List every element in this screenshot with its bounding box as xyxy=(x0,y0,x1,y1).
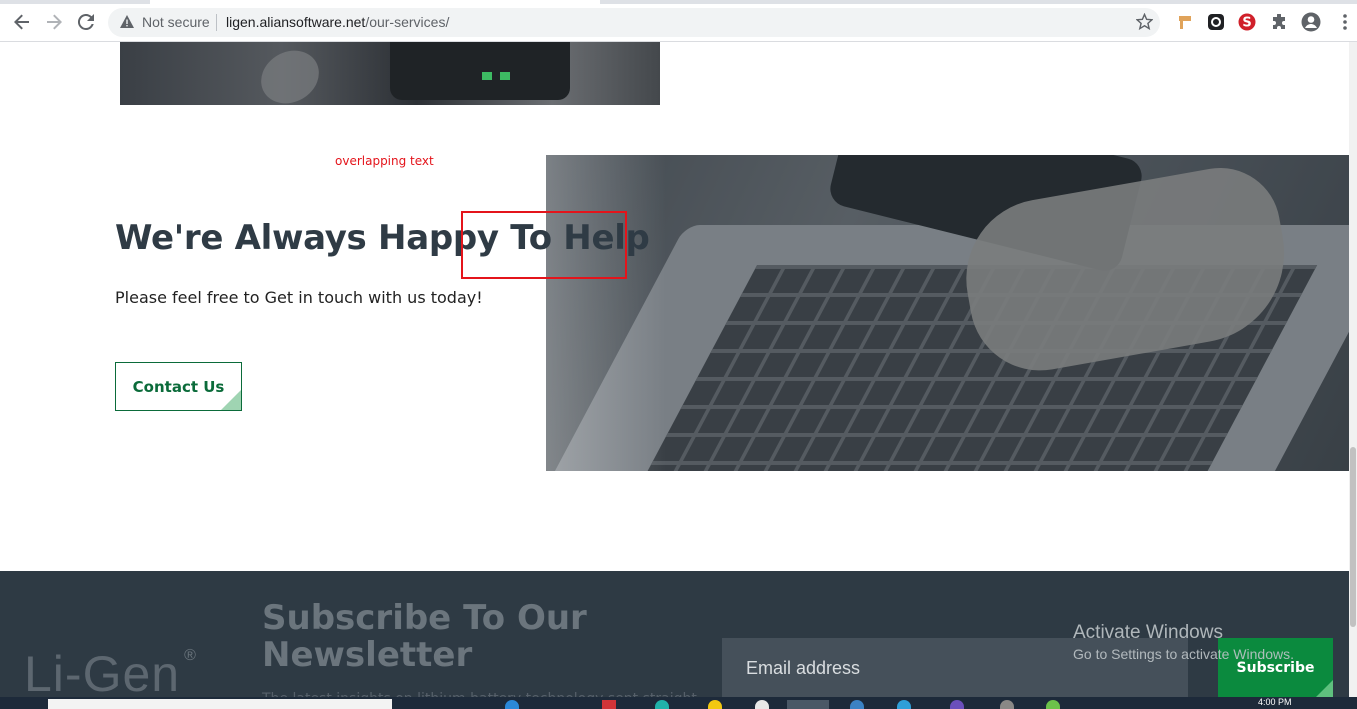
cta-image-laptop xyxy=(546,155,1349,471)
url-host: ligen.aliansoftware.net xyxy=(226,14,366,30)
url-text[interactable]: ligen.aliansoftware.net/our-services/ xyxy=(226,14,449,30)
taskbar-clock[interactable]: 4:00 PM xyxy=(1258,697,1292,707)
image-fade xyxy=(546,155,666,471)
taskbar-app-icon[interactable] xyxy=(755,700,769,709)
address-divider xyxy=(216,14,217,31)
active-tab[interactable] xyxy=(150,0,600,4)
taskbar-app-icon[interactable] xyxy=(602,700,616,709)
scrollbar-thumb[interactable] xyxy=(1350,447,1356,627)
taskbar-app-icon[interactable] xyxy=(655,700,669,709)
taskbar-search[interactable] xyxy=(48,699,392,709)
image-detail-meter xyxy=(390,42,570,100)
taskbar-app-icon[interactable] xyxy=(1046,700,1060,709)
extensions-puzzle-icon[interactable] xyxy=(1269,12,1289,32)
registered-mark: ® xyxy=(184,647,197,664)
service-image-multimeter xyxy=(120,42,660,105)
logo-text: Li-Gen xyxy=(24,646,181,702)
forward-icon[interactable] xyxy=(43,11,65,33)
profile-avatar-icon[interactable] xyxy=(1301,12,1321,32)
page-viewport: overlapping text We're Always Happy To H… xyxy=(0,42,1349,709)
subscribe-label: Subscribe xyxy=(1236,660,1315,676)
url-path: /our-services/ xyxy=(365,14,450,30)
taskbar-app-icon[interactable] xyxy=(505,700,519,709)
bookmark-star-icon[interactable] xyxy=(1135,12,1154,33)
image-detail xyxy=(251,42,329,105)
address-bar[interactable]: Not secure ligen.aliansoftware.net/our-s… xyxy=(108,8,1160,37)
activate-windows-watermark: Activate Windows Go to Settings to activ… xyxy=(1073,622,1294,662)
button-corner-accent xyxy=(221,390,241,410)
image-detail-led xyxy=(482,72,492,80)
back-icon[interactable] xyxy=(11,11,33,33)
annotation-label: overlapping text xyxy=(335,154,434,168)
watermark-line1: Activate Windows xyxy=(1073,622,1223,643)
svg-text:S: S xyxy=(1242,16,1251,31)
button-corner-accent xyxy=(1315,680,1333,698)
annotation-highlight-box xyxy=(461,211,627,279)
warning-icon[interactable] xyxy=(120,15,134,31)
image-detail-led xyxy=(500,72,510,80)
extension-sync-icon[interactable] xyxy=(1206,12,1226,32)
tab-strip xyxy=(0,0,1357,4)
extension-bookmark-icon[interactable] xyxy=(1175,12,1195,32)
taskbar-active-app[interactable] xyxy=(787,700,829,709)
browser-toolbar: Not secure ligen.aliansoftware.net/our-s… xyxy=(0,0,1357,42)
extension-s-icon[interactable]: S xyxy=(1237,12,1257,32)
taskbar-app-icon[interactable] xyxy=(850,700,864,709)
browser-menu-icon[interactable] xyxy=(1335,12,1355,32)
reload-icon[interactable] xyxy=(75,11,97,33)
image-overlay xyxy=(546,155,1349,471)
email-placeholder: Email address xyxy=(746,658,861,678)
footer-logo[interactable]: Li-Gen ® xyxy=(24,645,196,703)
contact-us-button[interactable]: Contact Us xyxy=(115,362,242,411)
taskbar-app-icon[interactable] xyxy=(708,700,722,709)
taskbar-app-icon[interactable] xyxy=(1000,700,1014,709)
os-taskbar: 4:00 PM xyxy=(0,697,1357,709)
taskbar-app-icon[interactable] xyxy=(950,700,964,709)
security-label[interactable]: Not secure xyxy=(142,14,210,30)
watermark-line2: Go to Settings to activate Windows. xyxy=(1073,646,1294,662)
newsletter-heading: Subscribe To Our Newsletter xyxy=(262,598,587,675)
cta-subtitle: Please feel free to Get in touch with us… xyxy=(115,288,483,307)
page-scrollbar[interactable] xyxy=(1349,42,1357,709)
taskbar-app-icon[interactable] xyxy=(897,700,911,709)
contact-us-label: Contact Us xyxy=(132,377,225,396)
